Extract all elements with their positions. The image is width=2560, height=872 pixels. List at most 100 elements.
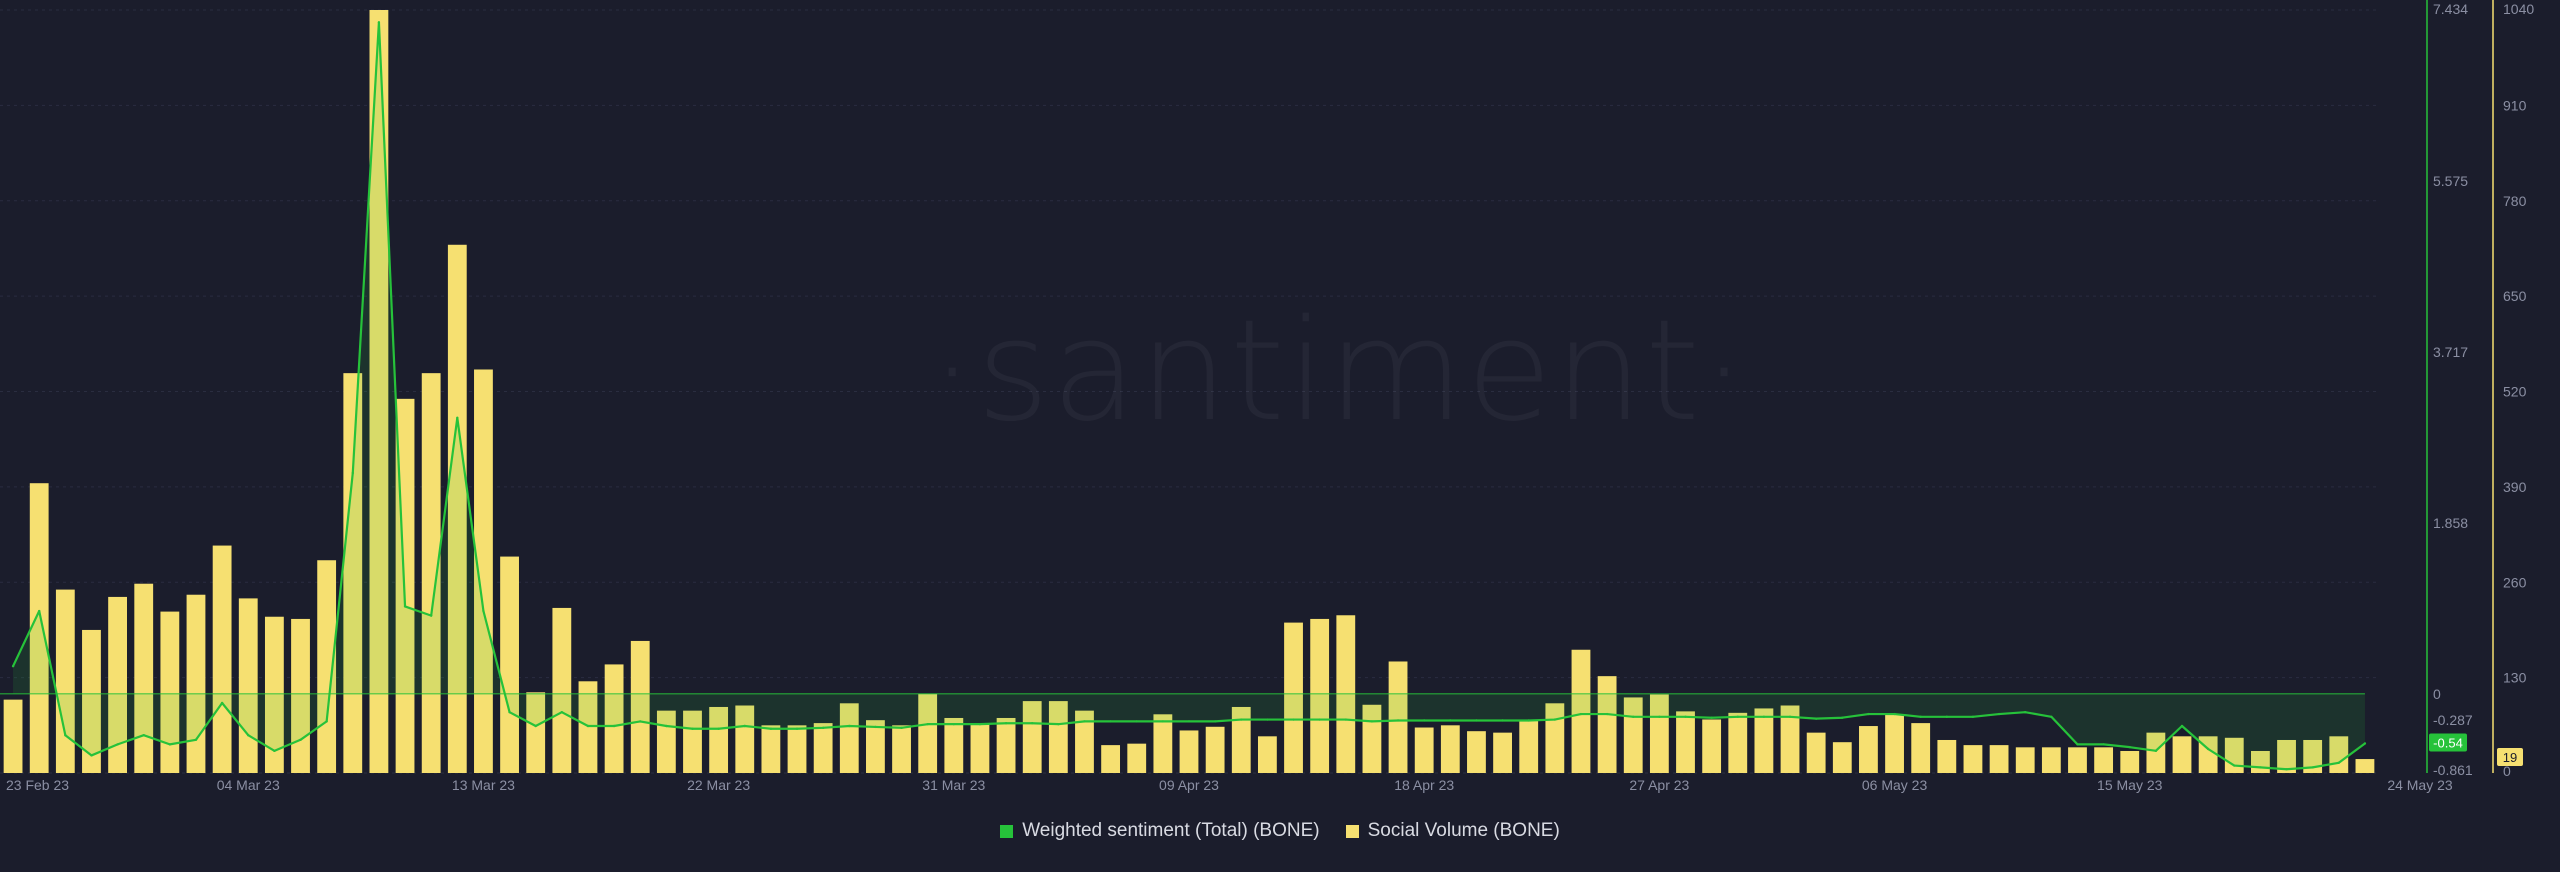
bar-social-volume-29 bbox=[761, 725, 781, 773]
sentiment-point-12 bbox=[325, 720, 328, 723]
sentiment-point-90 bbox=[2363, 742, 2367, 745]
bar-social-volume-55 bbox=[1440, 725, 1460, 773]
legend-item-sentiment[interactable]: Weighted sentiment (Total) (BONE) bbox=[1000, 820, 1320, 842]
sentiment-point-13 bbox=[351, 471, 354, 475]
legend-label-social-volume: Social Volume (BONE) bbox=[1367, 820, 1560, 841]
sentiment-point-78 bbox=[2050, 715, 2053, 718]
sentiment-point-15 bbox=[403, 605, 407, 608]
sentiment-point-58 bbox=[1527, 719, 1530, 722]
sentiment-point-1 bbox=[37, 609, 41, 613]
bar-social-volume-71 bbox=[1859, 726, 1878, 773]
sentiment-point-36 bbox=[952, 722, 956, 726]
right-axis-tick-2: 780 bbox=[2503, 193, 2527, 209]
x-axis-tick-8: 06 May 23 bbox=[1862, 777, 1928, 793]
left-axis-tick-3: 1.858 bbox=[2433, 515, 2468, 531]
sentiment-point-42 bbox=[1109, 720, 1112, 723]
bar-social-volume-67 bbox=[1754, 708, 1774, 773]
bar-social-volume-78 bbox=[2041, 747, 2061, 773]
bar-social-volume-48 bbox=[1257, 736, 1277, 773]
sentiment-point-55 bbox=[1449, 719, 1452, 722]
sentiment-point-61 bbox=[1605, 712, 1609, 716]
bar-social-volume-36 bbox=[944, 717, 964, 773]
bar-social-volume-0 bbox=[3, 699, 23, 773]
sentiment-point-76 bbox=[1997, 712, 2001, 716]
sentiment-point-39 bbox=[1031, 722, 1034, 725]
sentiment-point-37 bbox=[978, 722, 982, 726]
x-axis-tick-0: 23 Feb 23 bbox=[6, 777, 69, 793]
left-axis-tick-5: -0.287 bbox=[2433, 712, 2473, 728]
sentiment-point-57 bbox=[1501, 719, 1504, 722]
sentiment-point-3 bbox=[90, 754, 93, 757]
bar-social-volume-9 bbox=[238, 598, 258, 773]
sentiment-point-83 bbox=[2180, 724, 2184, 728]
bar-social-volume-81 bbox=[2120, 750, 2140, 773]
bar-social-volume-61 bbox=[1597, 676, 1617, 773]
sentiment-point-29 bbox=[769, 727, 773, 730]
legend-item-social-volume[interactable]: Social Volume (BONE) bbox=[1345, 820, 1560, 842]
bar-social-volume-5 bbox=[134, 583, 154, 773]
bar-social-volume-21 bbox=[552, 607, 572, 773]
sentiment-point-22 bbox=[586, 724, 590, 728]
sentiment-point-14 bbox=[377, 21, 381, 24]
x-axis-tick-5: 09 Apr 23 bbox=[1159, 777, 1219, 793]
bar-social-volume-7 bbox=[186, 594, 206, 773]
x-axis-tick-10: 24 May 23 bbox=[2387, 777, 2453, 793]
sentiment-point-27 bbox=[717, 727, 720, 730]
sentiment-point-20 bbox=[534, 724, 537, 728]
bar-social-volume-30 bbox=[787, 725, 807, 773]
sentiment-point-65 bbox=[1710, 716, 1713, 719]
bar-social-volume-2 bbox=[55, 589, 75, 773]
sentiment-point-25 bbox=[665, 724, 668, 728]
sentiment-point-35 bbox=[926, 722, 929, 726]
sentiment-point-87 bbox=[2285, 768, 2288, 771]
bar-social-volume-83 bbox=[2172, 736, 2192, 773]
bar-social-volume-75 bbox=[1963, 745, 1983, 773]
right-axis-tick-0: 1040 bbox=[2503, 1, 2534, 17]
sentiment-point-64 bbox=[1684, 715, 1687, 718]
legend-label-sentiment: Weighted sentiment (Total) (BONE) bbox=[1022, 820, 1320, 841]
sentiment-point-86 bbox=[2259, 766, 2262, 769]
sentiment-point-8 bbox=[220, 701, 224, 705]
social-volume-last-value-text: 19 bbox=[2503, 750, 2517, 765]
bar-social-volume-34 bbox=[892, 725, 911, 773]
sentiment-point-43 bbox=[1135, 720, 1138, 723]
sentiment-point-26 bbox=[691, 727, 694, 730]
sentiment-point-0 bbox=[11, 665, 15, 668]
sentiment-point-31 bbox=[821, 726, 825, 730]
sentiment-point-77 bbox=[2024, 710, 2027, 714]
bar-social-volume-31 bbox=[813, 723, 833, 773]
x-axis-tick-2: 13 Mar 23 bbox=[452, 777, 515, 793]
sentiment-point-23 bbox=[612, 724, 616, 728]
x-axis-tick-6: 18 Apr 23 bbox=[1394, 777, 1454, 793]
bar-social-volume-76 bbox=[1989, 745, 2009, 773]
santiment-watermark: ·santiment· bbox=[930, 290, 1746, 453]
bar-social-volume-64 bbox=[1676, 711, 1695, 773]
bar-social-volume-73 bbox=[1911, 723, 1931, 773]
sentiment-point-56 bbox=[1475, 719, 1478, 722]
sentiment-point-51 bbox=[1344, 718, 1347, 721]
sentiment-point-30 bbox=[795, 727, 799, 730]
bar-social-volume-72 bbox=[1885, 714, 1904, 773]
bar-social-volume-46 bbox=[1205, 726, 1225, 773]
x-axis-tick-9: 15 May 23 bbox=[2097, 777, 2163, 793]
bar-social-volume-58 bbox=[1519, 720, 1539, 773]
legend-swatch-sentiment bbox=[1000, 824, 1014, 838]
bar-social-volume-65 bbox=[1702, 719, 1722, 773]
sentiment-point-63 bbox=[1658, 715, 1661, 718]
sentiment-last-value-text: -0.54 bbox=[2433, 735, 2463, 750]
sentiment-point-9 bbox=[247, 733, 250, 737]
bar-social-volume-37 bbox=[970, 723, 990, 773]
sentiment-point-5 bbox=[142, 733, 145, 737]
sentiment-point-68 bbox=[1788, 715, 1792, 718]
bar-social-volume-74 bbox=[1937, 739, 1957, 773]
sentiment-point-46 bbox=[1213, 720, 1217, 723]
sentiment-point-45 bbox=[1187, 720, 1191, 723]
left-axis-tick-1: 5.575 bbox=[2433, 173, 2468, 189]
sentiment-point-7 bbox=[194, 738, 198, 741]
bar-social-volume-77 bbox=[2015, 747, 2035, 773]
right-axis-tick-4: 520 bbox=[2503, 384, 2527, 400]
bar-social-volume-45 bbox=[1179, 730, 1199, 773]
bar-social-volume-79 bbox=[2068, 747, 2087, 773]
bar-social-volume-38 bbox=[996, 717, 1016, 773]
bar-social-volume-90 bbox=[2355, 759, 2375, 773]
